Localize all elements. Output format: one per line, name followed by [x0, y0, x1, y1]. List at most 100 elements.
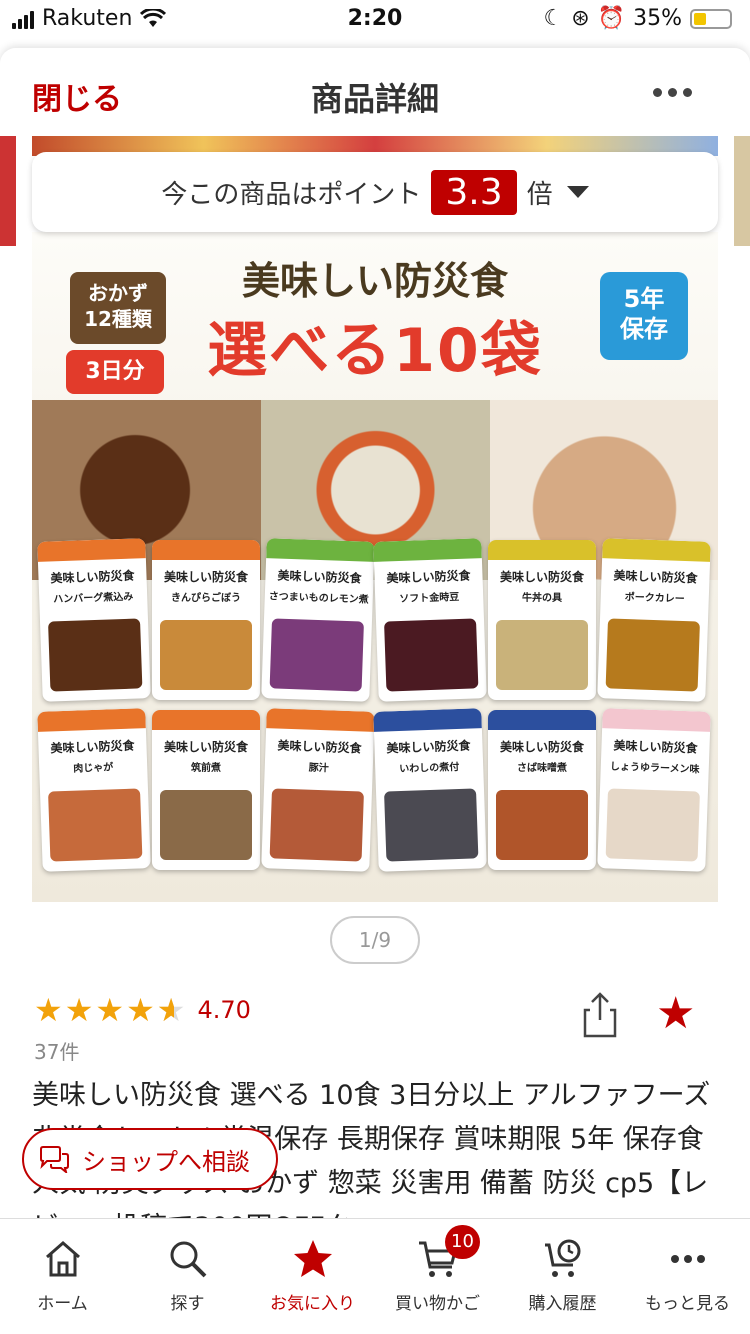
pack-brand: 美味しい防災食 [50, 738, 135, 756]
page-title: 商品詳細 [310, 80, 439, 118]
history-icon [544, 1239, 580, 1277]
prev-image-peek [0, 136, 16, 246]
pack-photo [269, 788, 364, 862]
nav-home[interactable]: ホーム [0, 1219, 125, 1334]
pack-brand: 美味しい防災食 [50, 568, 135, 586]
food-pack: 美味しい防災食 肉じゃが [37, 708, 151, 872]
pack-photo [48, 618, 143, 692]
pack-photo [384, 618, 479, 692]
star-icon: ★ [126, 991, 155, 1029]
product-image[interactable]: 美味しい防災食 選べる10袋 おかず 12種類 3日分 5年 保存 美味しい防災… [32, 232, 718, 902]
rotation-lock-icon: ⊛ [571, 6, 590, 31]
pack-label: 牛丼の具 [522, 593, 562, 604]
image-pager: 1/9 [330, 916, 420, 964]
food-pack: 美味しい防災食 豚汁 [261, 708, 375, 872]
pack-brand: 美味しい防災食 [499, 570, 584, 584]
years-tag: 5年 保存 [600, 272, 688, 360]
share-icon[interactable] [582, 992, 618, 1038]
nav-label: 探す [170, 1294, 205, 1314]
years-tag-text: 5年 保存 [620, 285, 668, 343]
pack-label: きんぴらごぼう [171, 593, 241, 604]
sheet-header: 閉じる 商品詳細 [0, 48, 750, 136]
nav-label: お気に入り [270, 1294, 355, 1314]
pack-photo [496, 790, 588, 860]
bottom-nav: ホーム 探す お気に入り 10 買い物かご 購入履歴 もっと見る [0, 1218, 750, 1334]
pack-brand: 美味しい防災食 [386, 568, 471, 586]
pack-photo [160, 620, 252, 690]
pack-brand: 美味しい防災食 [163, 570, 248, 584]
favorite-star-icon[interactable]: ★ [656, 992, 695, 1036]
product-detail-sheet: 閉じる 商品詳細 今この商品はポイント 3.3 倍 美味しい防災食 選べる10袋… [0, 48, 750, 1334]
nav-more[interactable]: もっと見る [625, 1219, 750, 1334]
pack-photo [160, 790, 252, 860]
food-pack: 美味しい防災食 さば味噌煮 [488, 710, 596, 870]
pack-brand: 美味しい防災食 [386, 738, 471, 756]
star-icon: ★ [95, 991, 125, 1029]
nav-search[interactable]: 探す [125, 1219, 250, 1334]
food-pack: 美味しい防災食 ハンバーグ煮込み [37, 538, 151, 702]
nav-favorites[interactable]: お気に入り [250, 1219, 375, 1334]
pack-photo [496, 620, 588, 690]
pack-label: さば味噌煮 [517, 763, 567, 774]
alarm-icon: ⏰ [597, 6, 626, 31]
half-star-icon: ★ [157, 994, 186, 1026]
pack-brand: 美味しい防災食 [163, 740, 248, 754]
pack-brand: 美味しい防災食 [277, 738, 362, 756]
more-options-icon[interactable] [653, 88, 692, 97]
pack-label: 豚汁 [308, 762, 329, 775]
status-bar: Rakuten 2:20 ☾ ⊛ ⏰ 35% [0, 0, 750, 40]
points-prefix: 今この商品はポイント [161, 179, 422, 210]
points-multiplier: 3.3 [431, 169, 517, 215]
pack-label: ソフト金時豆 [399, 591, 460, 606]
pack-photo [605, 618, 700, 692]
pack-grid: 美味しい防災食 ハンバーグ煮込み 美味しい防災食 きんぴらごぼう 美味しい防災食 さつまい… [32, 532, 718, 902]
star-icon: ★ [64, 991, 94, 1029]
okazu-tag: おかず 12種類 [70, 272, 166, 344]
pack-brand: 美味しい防災食 [613, 738, 698, 756]
rating-stars[interactable]: ★ ★ ★ ★ ★ 4.70 [34, 994, 251, 1026]
pack-brand: 美味しい防災食 [613, 568, 698, 586]
pack-photo [48, 788, 143, 862]
pack-label: 筑前煮 [191, 763, 221, 774]
cart-count-badge: 10 [445, 1225, 480, 1259]
food-pack: 美味しい防災食 筑前煮 [152, 710, 260, 870]
shop-consult-label: ショップへ相談 [82, 1147, 250, 1176]
food-pack: 美味しい防災食 きんぴらごぼう [152, 540, 260, 700]
food-pack: 美味しい防災食 牛丼の具 [488, 540, 596, 700]
chevron-down-icon [566, 186, 589, 198]
nav-label: ホーム [37, 1294, 88, 1314]
moon-icon: ☾ [543, 6, 564, 31]
nav-label: もっと見る [645, 1294, 730, 1314]
nav-label: 購入履歴 [528, 1294, 597, 1314]
chat-icon [40, 1146, 69, 1173]
nav-history[interactable]: 購入履歴 [500, 1219, 625, 1334]
star-icon [293, 1240, 332, 1277]
more-icon [670, 1255, 705, 1263]
nav-cart[interactable]: 10 買い物かご [375, 1219, 500, 1334]
search-icon [170, 1241, 206, 1278]
home-icon [45, 1241, 80, 1277]
food-pack: 美味しい防災食 しょうゆラーメン味 [597, 708, 711, 872]
food-pack: 美味しい防災食 ソフト金時豆 [373, 538, 487, 702]
food-pack: 美味しい防災食 ポークカレー [597, 538, 711, 702]
next-image-peek [734, 136, 750, 246]
points-suffix: 倍 [526, 179, 553, 210]
pack-label: さつまいものレモン煮 [268, 591, 369, 606]
pack-photo [605, 788, 700, 862]
shop-consult-button[interactable]: ショップへ相談 [22, 1128, 278, 1190]
pack-photo [269, 618, 364, 692]
pack-label: しょうゆラーメン味 [609, 761, 700, 776]
pack-label: いわしの煮付 [399, 761, 460, 776]
days-tag: 3日分 [66, 350, 164, 394]
pack-photo [384, 788, 479, 862]
battery-percent: 35% [633, 6, 682, 31]
points-banner[interactable]: 今この商品はポイント 3.3 倍 [32, 152, 718, 232]
star-icon: ★ [34, 991, 63, 1029]
pack-label: ハンバーグ煮込み [53, 591, 134, 606]
app-screen: Rakuten 2:20 ☾ ⊛ ⏰ 35% 閉じる 商品詳細 今この商品はポイ… [0, 0, 750, 1334]
food-pack: 美味しい防災食 さつまいものレモン煮 [261, 538, 375, 702]
food-pack: 美味しい防災食 いわしの煮付 [373, 708, 487, 872]
review-count[interactable]: 37件 [34, 1036, 79, 1065]
pack-brand: 美味しい防災食 [499, 740, 584, 754]
okazu-tag-text: おかず 12種類 [84, 281, 152, 331]
